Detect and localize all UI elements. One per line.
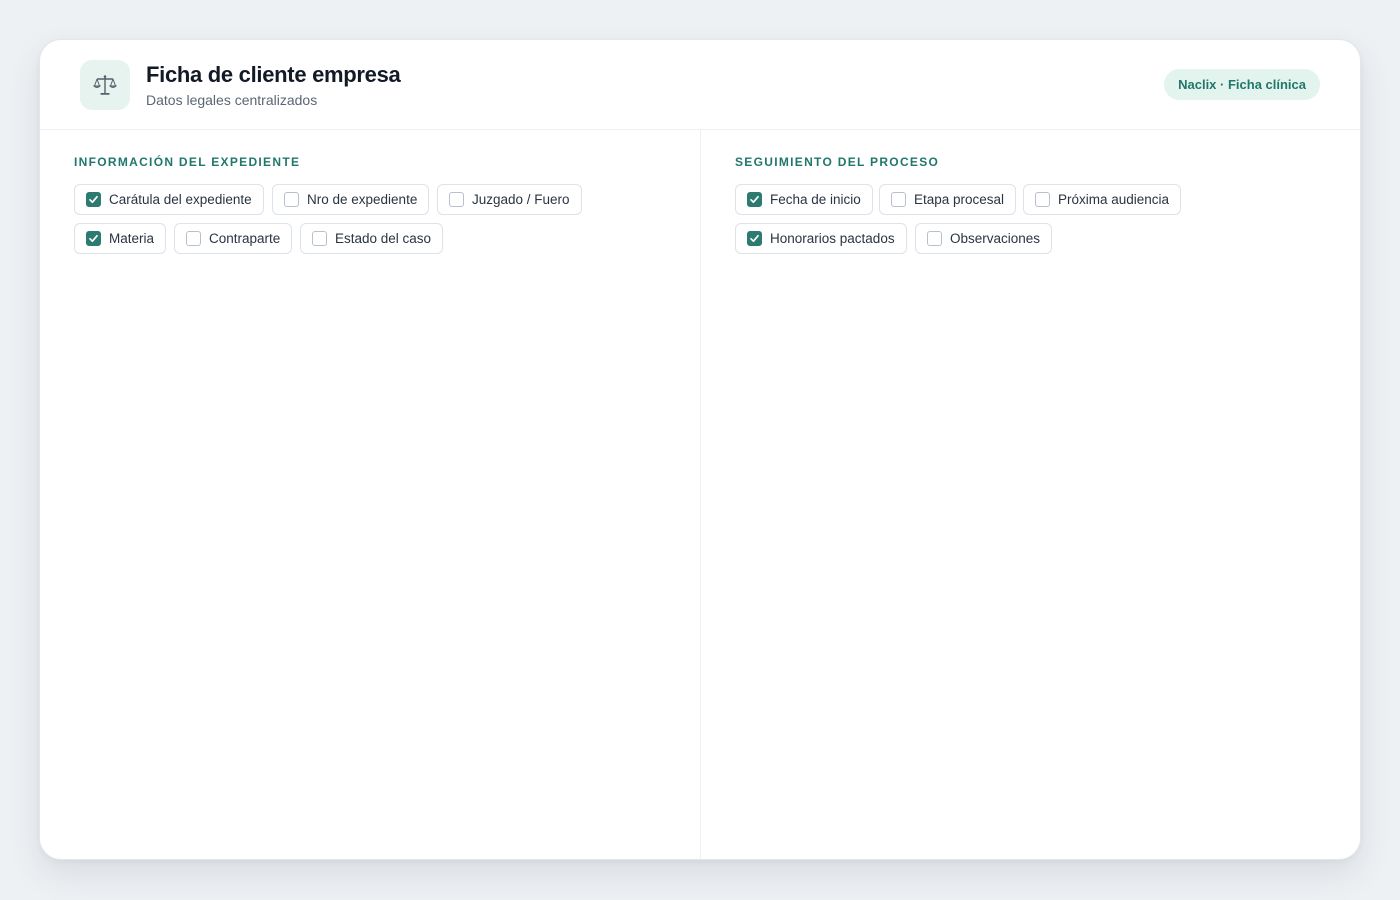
field-label: Juzgado / Fuero <box>472 192 570 207</box>
page-title: Ficha de cliente empresa <box>146 62 401 87</box>
checkbox[interactable] <box>86 231 101 246</box>
field-label: Observaciones <box>950 231 1041 246</box>
field-label: Nro de expediente <box>307 192 418 207</box>
field-toggle-honorarios[interactable]: Honorarios pactados <box>735 223 907 254</box>
section-title: SEGUIMIENTO DEL PROCESO <box>735 155 940 169</box>
app-logo <box>80 60 130 110</box>
field-toggle-caratula[interactable]: Carátula del expediente <box>74 184 264 215</box>
column-divider <box>700 130 701 859</box>
field-label: Carátula del expediente <box>109 192 252 207</box>
checkbox[interactable] <box>312 231 327 246</box>
check-icon <box>750 195 759 204</box>
field-label: Fecha de inicio <box>770 192 861 207</box>
check-icon <box>89 195 98 204</box>
field-toggle-materia[interactable]: Materia <box>74 223 167 254</box>
checkbox[interactable] <box>1035 192 1050 207</box>
field-toggle-observaciones[interactable]: Observaciones <box>915 223 1053 254</box>
section-title: INFORMACIÓN DEL EXPEDIENTE <box>74 155 301 169</box>
field-label: Próxima audiencia <box>1058 192 1170 207</box>
field-toggle-nro-expediente[interactable]: Nro de expediente <box>272 184 430 215</box>
field-label: Honorarios pactados <box>770 231 895 246</box>
page-subtitle: Datos legales centralizados <box>146 92 318 108</box>
card-header: Ficha de cliente empresa Datos legales c… <box>40 40 1360 130</box>
checkbox[interactable] <box>747 192 762 207</box>
field-label: Estado del caso <box>335 231 432 246</box>
checkbox[interactable] <box>86 192 101 207</box>
checkbox[interactable] <box>747 231 762 246</box>
field-toggle-estado-caso[interactable]: Estado del caso <box>300 223 444 254</box>
field-label: Etapa procesal <box>914 192 1005 207</box>
client-record-card: Ficha de cliente empresa Datos legales c… <box>39 39 1361 860</box>
product-badge: Naclix · Ficha clínica <box>1164 69 1320 100</box>
checkbox[interactable] <box>891 192 906 207</box>
field-toggle-etapa-procesal[interactable]: Etapa procesal <box>879 184 1017 215</box>
field-toggle-proxima-audiencia[interactable]: Próxima audiencia <box>1023 184 1182 215</box>
checkbox[interactable] <box>927 231 942 246</box>
checkbox[interactable] <box>186 231 201 246</box>
scales-icon <box>92 75 118 95</box>
checkbox[interactable] <box>449 192 464 207</box>
check-icon <box>750 234 759 243</box>
field-label: Contraparte <box>209 231 281 246</box>
field-label: Materia <box>109 231 155 246</box>
field-toggle-fecha-inicio[interactable]: Fecha de inicio <box>735 184 873 215</box>
field-toggle-juzgado[interactable]: Juzgado / Fuero <box>437 184 582 215</box>
checkbox[interactable] <box>284 192 299 207</box>
field-toggle-contraparte[interactable]: Contraparte <box>174 223 293 254</box>
check-icon <box>89 234 98 243</box>
